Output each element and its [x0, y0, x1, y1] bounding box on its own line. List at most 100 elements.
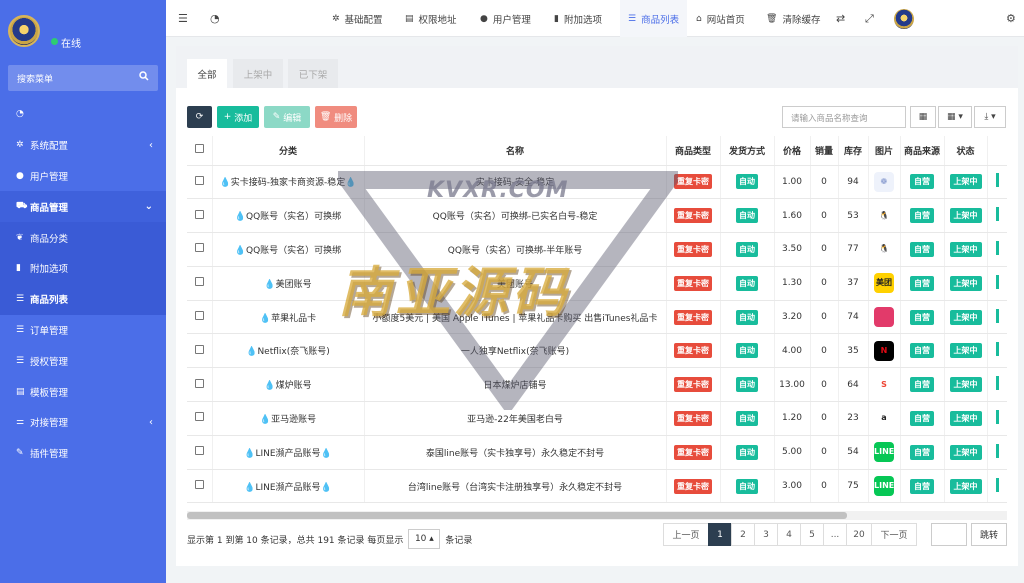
page-button[interactable]: 20 — [846, 523, 872, 546]
goods-search-input[interactable]: 请输入商品名称查询 — [782, 106, 906, 128]
language-icon[interactable]: ⇄ — [836, 12, 845, 25]
prev-page-button[interactable]: 上一页 — [663, 523, 709, 546]
pic-apple-icon[interactable] — [874, 307, 894, 328]
col-header-source[interactable]: 商品来源 — [900, 136, 945, 166]
pic-generic-icon[interactable]: ❁ — [874, 171, 894, 192]
table-row[interactable]: 💧煤炉账号 日本煤炉店铺号 重复卡密 自动 13.00 0 64 S 自营 上架… — [187, 367, 1007, 403]
menu-toggle-icon[interactable]: ☰ — [178, 12, 188, 25]
sidebar-item-goods[interactable]: ⛟ 商品管理 ⌄ — [0, 191, 166, 223]
cell-status[interactable]: 上架中 — [944, 469, 988, 504]
cell-image[interactable]: 🐧 — [868, 198, 901, 234]
table-row[interactable]: 💧QQ账号（实名）可换绑 QQ账号（实名）可换绑-半年账号 重复卡密 自动 3.… — [187, 232, 1007, 267]
sidebar-item-docking[interactable]: ⚌ 对接管理 ‹ — [0, 407, 166, 438]
cell-image[interactable]: a — [868, 401, 901, 436]
status-badge[interactable]: 上架中 — [949, 275, 982, 291]
col-header-sales[interactable]: 销量 — [810, 136, 839, 166]
topnav-site-home[interactable]: ⌂ 网站首页 — [696, 0, 745, 37]
page-button[interactable]: 5 — [800, 523, 824, 546]
sidebar-item-plugins[interactable]: ✎ 插件管理 — [0, 438, 166, 469]
cell-image[interactable]: LINE — [868, 435, 901, 470]
scrollbar-thumb[interactable] — [187, 512, 847, 519]
cell-status[interactable]: 上架中 — [944, 435, 988, 470]
status-badge[interactable]: 上架中 — [949, 478, 982, 494]
cell-image[interactable]: N — [868, 333, 901, 369]
pic-meituan-icon[interactable]: 美团 — [874, 273, 894, 294]
avatar[interactable] — [8, 15, 40, 47]
table-row[interactable]: 💧LINE濒产品账号💧 泰国line账号（实卡独享号）永久稳定不封号 重复卡密 … — [187, 435, 1007, 470]
row-checkbox[interactable] — [187, 165, 213, 200]
table-row[interactable]: 💧Netflix(奈飞账号) 一人独享Netflix(奈飞账号) 重复卡密 自动… — [187, 333, 1007, 369]
cell-image[interactable]: S — [868, 367, 901, 403]
pic-netflix-icon[interactable]: N — [874, 340, 894, 361]
sidebar-item-orders[interactable]: ☰ 订单管理 — [0, 315, 166, 346]
status-badge[interactable]: 上架中 — [949, 377, 982, 393]
table-row[interactable]: 💧LINE濒产品账号💧 台湾line账号（台湾实卡注册独享号）永久稳定不封号 重… — [187, 469, 1007, 504]
cell-status[interactable]: 上架中 — [944, 165, 988, 200]
dashboard-icon[interactable]: ◔ — [210, 12, 220, 25]
topnav-addons[interactable]: ▮ 附加选项 — [554, 0, 602, 37]
row-checkbox[interactable] — [187, 232, 213, 267]
col-header-type[interactable]: 商品类型 — [666, 136, 721, 166]
pic-amazon-icon[interactable]: a — [874, 408, 894, 429]
page-button[interactable]: 3 — [754, 523, 778, 546]
refresh-button[interactable]: ⟳ — [187, 106, 212, 128]
sidebar-search[interactable]: 搜索菜单 — [8, 65, 158, 91]
tab-all[interactable]: 全部 — [187, 59, 227, 88]
status-badge[interactable]: 上架中 — [949, 241, 982, 257]
pic-qq-icon[interactable]: 🐧 — [874, 239, 894, 260]
cell-image[interactable]: 美团 — [868, 266, 901, 301]
sidebar-item-dashboard[interactable]: ◔ — [0, 99, 166, 130]
status-badge[interactable]: 上架中 — [949, 343, 982, 359]
pic-line-icon[interactable]: LINE — [874, 476, 894, 497]
delete-button[interactable]: 🗑 删除 — [315, 106, 357, 128]
row-checkbox[interactable] — [187, 266, 213, 301]
table-row[interactable]: 💧亚马逊账号 亚马逊-22年美国老白号 重复卡密 自动 1.20 0 23 a … — [187, 401, 1007, 436]
gears-icon[interactable]: ⚙ — [1006, 12, 1016, 25]
row-checkbox[interactable] — [187, 469, 213, 504]
row-checkbox[interactable] — [187, 435, 213, 470]
page-size-select[interactable]: 10 ▴ — [408, 529, 441, 549]
horizontal-scrollbar[interactable] — [187, 511, 1007, 520]
cell-image[interactable] — [868, 300, 901, 335]
next-page-button[interactable]: 下一页 — [871, 523, 917, 546]
row-checkbox[interactable] — [187, 198, 213, 234]
export-button[interactable]: ⤓ ▾ — [974, 106, 1006, 128]
select-all-checkbox[interactable] — [187, 136, 213, 166]
tab-off-shelf[interactable]: 已下架 — [288, 59, 338, 88]
cell-image[interactable]: 🐧 — [868, 232, 901, 267]
pic-mercari-icon[interactable]: S — [874, 374, 894, 395]
col-header-category[interactable]: 分类 — [212, 136, 365, 166]
cell-status[interactable]: 上架中 — [944, 401, 988, 436]
topnav-clear-cache[interactable]: 🗑 清除缓存 — [766, 0, 820, 37]
sidebar-item-addons[interactable]: ▮ 附加选项 — [0, 252, 166, 284]
cell-status[interactable]: 上架中 — [944, 266, 988, 301]
add-button[interactable]: + 添加 — [217, 106, 259, 128]
sidebar-item-goods-category[interactable]: ❦ 商品分类 — [0, 222, 166, 253]
topnav-goods-list[interactable]: ☰ 商品列表 — [620, 0, 688, 37]
topnav-basic-config[interactable]: ✲ 基础配置 — [332, 0, 383, 37]
row-checkbox[interactable] — [187, 401, 213, 436]
search-icon[interactable] — [139, 71, 149, 81]
row-checkbox[interactable] — [187, 333, 213, 369]
table-row[interactable]: 💧苹果礼品卡 小额度5美元 | 美国 Apple iTunes | 苹果礼品卡购… — [187, 300, 1007, 335]
tab-on-shelf[interactable]: 上架中 — [233, 59, 283, 88]
sidebar-item-users[interactable]: ● 用户管理 — [0, 161, 166, 192]
sidebar-item-license[interactable]: ☰ 授权管理 — [0, 345, 166, 376]
page-button[interactable]: 4 — [777, 523, 801, 546]
col-header-status[interactable]: 状态 — [944, 136, 988, 166]
pic-qq-icon[interactable]: 🐧 — [874, 205, 894, 226]
sidebar-item-goods-list[interactable]: ☰ 商品列表 — [0, 283, 166, 315]
cell-status[interactable]: 上架中 — [944, 367, 988, 403]
user-avatar[interactable] — [894, 9, 914, 29]
col-header-image[interactable]: 图片 — [868, 136, 901, 166]
columns-button[interactable]: ▦ ▾ — [938, 106, 972, 128]
page-button[interactable]: 1 — [708, 523, 732, 546]
toggle-view-button[interactable]: ▦ — [910, 106, 936, 128]
pic-line-icon[interactable]: LINE — [874, 442, 894, 463]
cell-status[interactable]: 上架中 — [944, 300, 988, 335]
status-badge[interactable]: 上架中 — [949, 410, 982, 426]
cell-status[interactable]: 上架中 — [944, 333, 988, 369]
cell-image[interactable]: ❁ — [868, 165, 901, 200]
table-row[interactable]: 💧实卡接码-独家卡商资源-稳定💧 实卡接码-安全-稳定 重复卡密 自动 1.00… — [187, 165, 1007, 200]
col-header-price[interactable]: 价格 — [774, 136, 811, 166]
